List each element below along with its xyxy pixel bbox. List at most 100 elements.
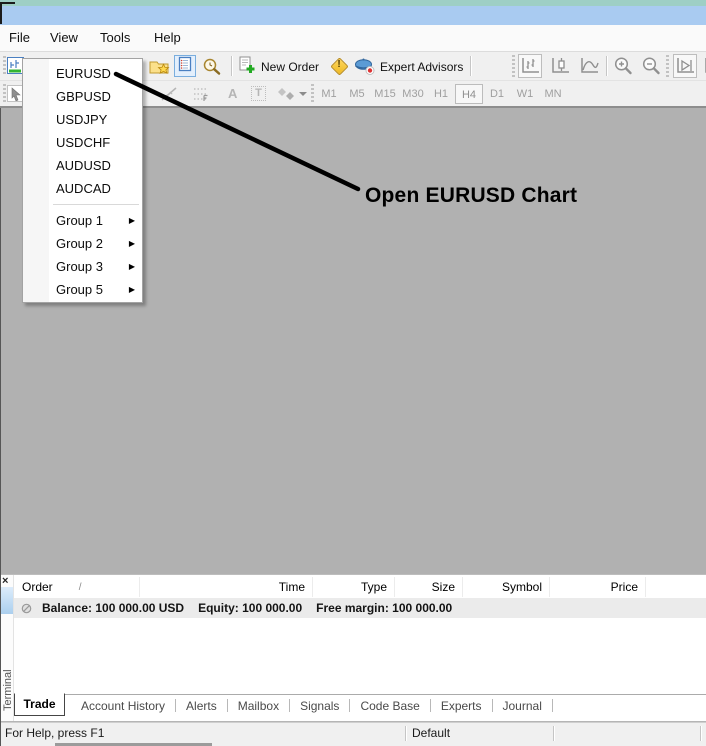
bar-chart-icon <box>519 56 541 76</box>
tab-mailbox[interactable]: Mailbox <box>228 699 289 713</box>
menu-item-audcad[interactable]: AUDCAD <box>23 177 142 200</box>
menu-view[interactable]: View <box>50 25 78 51</box>
column-header-symbol[interactable]: Symbol <box>463 577 550 597</box>
chart-shift-icon <box>702 56 706 76</box>
timeframe-h1[interactable]: H1 <box>427 84 455 104</box>
tab-code-base[interactable]: Code Base <box>350 699 429 713</box>
submenu-arrow-icon: ▶ <box>129 255 135 278</box>
bar-chart-button[interactable] <box>518 54 542 78</box>
menu-file[interactable]: File <box>9 25 30 51</box>
toolbar-separator <box>470 56 471 76</box>
column-header-type[interactable]: Type <box>313 577 395 597</box>
profiles-icon[interactable] <box>149 58 170 80</box>
menu-item-group3[interactable]: Group 3 ▶ <box>23 255 142 278</box>
menu-item-label: Group 1 <box>56 213 103 228</box>
fibonacci-tool-icon[interactable] <box>192 86 210 107</box>
timeframe-h4[interactable]: H4 <box>455 84 483 104</box>
auto-scroll-button[interactable] <box>673 54 697 78</box>
menu-item-usdchf[interactable]: USDCHF <box>23 131 142 154</box>
tab-experts[interactable]: Experts <box>431 699 492 713</box>
expert-advisors-icon[interactable] <box>354 57 375 80</box>
candlestick-chart-icon <box>549 56 571 76</box>
terminal-side-highlight <box>0 587 13 614</box>
warning-icon[interactable]: ! <box>331 58 347 74</box>
market-watch-toggle-button[interactable] <box>174 55 196 77</box>
zoom-in-icon <box>613 56 633 76</box>
sort-indicator-icon: / <box>79 582 82 593</box>
tab-trade[interactable]: Trade <box>14 693 65 716</box>
menu-item-group1[interactable]: Group 1 ▶ <box>23 209 142 232</box>
new-order-icon[interactable] <box>238 56 256 79</box>
toolbar-grip[interactable] <box>3 56 6 76</box>
tab-journal[interactable]: Journal <box>493 699 552 713</box>
status-separator <box>553 726 554 741</box>
menu-item-usdjpy[interactable]: USDJPY <box>23 108 142 131</box>
column-header-price[interactable]: Price <box>550 577 646 597</box>
title-bar <box>0 6 706 25</box>
menu-item-audusd[interactable]: AUDUSD <box>23 154 142 177</box>
menu-tools[interactable]: Tools <box>100 25 130 51</box>
menu-help[interactable]: Help <box>154 25 181 51</box>
toolbar-grip[interactable] <box>666 55 669 77</box>
status-separator <box>405 726 406 741</box>
terminal-tabs: Trade Account History Alerts Mailbox Sig… <box>14 694 706 717</box>
column-header-size[interactable]: Size <box>395 577 463 597</box>
window-left-edge <box>0 108 1 746</box>
timeframe-w1[interactable]: W1 <box>511 84 539 104</box>
toolbar-separator <box>606 56 607 76</box>
timeframe-mn[interactable]: MN <box>539 84 567 104</box>
warning-glyph: ! <box>331 59 347 70</box>
column-header-order[interactable]: Order / <box>14 577 140 597</box>
new-order-button[interactable]: New Order <box>261 57 319 77</box>
terminal-panel: × Terminal Order / Time Type Size Symbol… <box>0 574 706 722</box>
toolbar-grip[interactable] <box>311 84 314 104</box>
chart-shift-button[interactable] <box>701 54 706 78</box>
expert-advisors-button[interactable]: Expert Advisors <box>380 57 463 77</box>
text-label-tool-icon[interactable]: A <box>228 86 237 102</box>
search-clock-icon[interactable] <box>202 57 222 81</box>
zoom-out-button[interactable] <box>639 54 663 78</box>
timeframe-m5[interactable]: M5 <box>343 84 371 104</box>
timeframe-m1[interactable]: M1 <box>315 84 343 104</box>
balance-status-icon <box>21 603 32 614</box>
balance-row: Balance: 100 000.00 USD Equity: 100 000.… <box>14 598 706 618</box>
menu-item-group5[interactable]: Group 5 ▶ <box>23 278 142 301</box>
annotation-text: Open EURUSD Chart <box>365 184 577 208</box>
text-tool-icon[interactable]: T <box>251 86 266 101</box>
status-separator <box>700 726 701 741</box>
timeframe-m30[interactable]: M30 <box>399 84 427 104</box>
timeframe-m15[interactable]: M15 <box>371 84 399 104</box>
arrows-tool-icon[interactable] <box>277 87 297 106</box>
market-watch-icon <box>177 56 193 77</box>
tab-alerts[interactable]: Alerts <box>176 699 227 713</box>
mt4-window: File View Tools Help <box>0 0 706 746</box>
timeframe-d1[interactable]: D1 <box>483 84 511 104</box>
close-icon[interactable]: × <box>2 575 8 587</box>
status-profile-name[interactable]: Default <box>412 723 450 744</box>
terminal-tab-list: Account History Alerts Mailbox Signals C… <box>71 695 553 716</box>
toolbar-grip[interactable] <box>3 84 6 104</box>
corner-crop-mark <box>0 2 2 24</box>
column-header-spacer <box>646 577 706 597</box>
balance-value: Balance: 100 000.00 USD <box>42 601 184 615</box>
column-header-time[interactable]: Time <box>140 577 313 597</box>
menu-item-group2[interactable]: Group 2 ▶ <box>23 232 142 255</box>
terminal-side-strip: × Terminal <box>0 575 14 721</box>
menu-item-label: Group 3 <box>56 259 103 274</box>
toolbar-grip[interactable] <box>512 55 515 77</box>
candlestick-chart-button[interactable] <box>548 54 572 78</box>
cursor-icon <box>10 87 22 101</box>
arrows-dropdown-icon[interactable] <box>299 92 307 96</box>
trendline-tool-icon[interactable] <box>160 86 178 107</box>
menu-item-gbpusd[interactable]: GBPUSD <box>23 85 142 108</box>
free-margin-value: Free margin: 100 000.00 <box>316 601 452 615</box>
zoom-in-button[interactable] <box>611 54 635 78</box>
line-chart-button[interactable] <box>577 54 601 78</box>
auto-scroll-icon <box>674 56 696 76</box>
tab-separator <box>552 699 553 712</box>
tab-account-history[interactable]: Account History <box>71 699 175 713</box>
menu-item-label: Group 5 <box>56 282 103 297</box>
timeframe-toolbar: M1 M5 M15 M30 H1 H4 D1 W1 MN <box>315 84 567 104</box>
menu-item-eurusd[interactable]: EURUSD <box>23 62 142 85</box>
tab-signals[interactable]: Signals <box>290 699 349 713</box>
